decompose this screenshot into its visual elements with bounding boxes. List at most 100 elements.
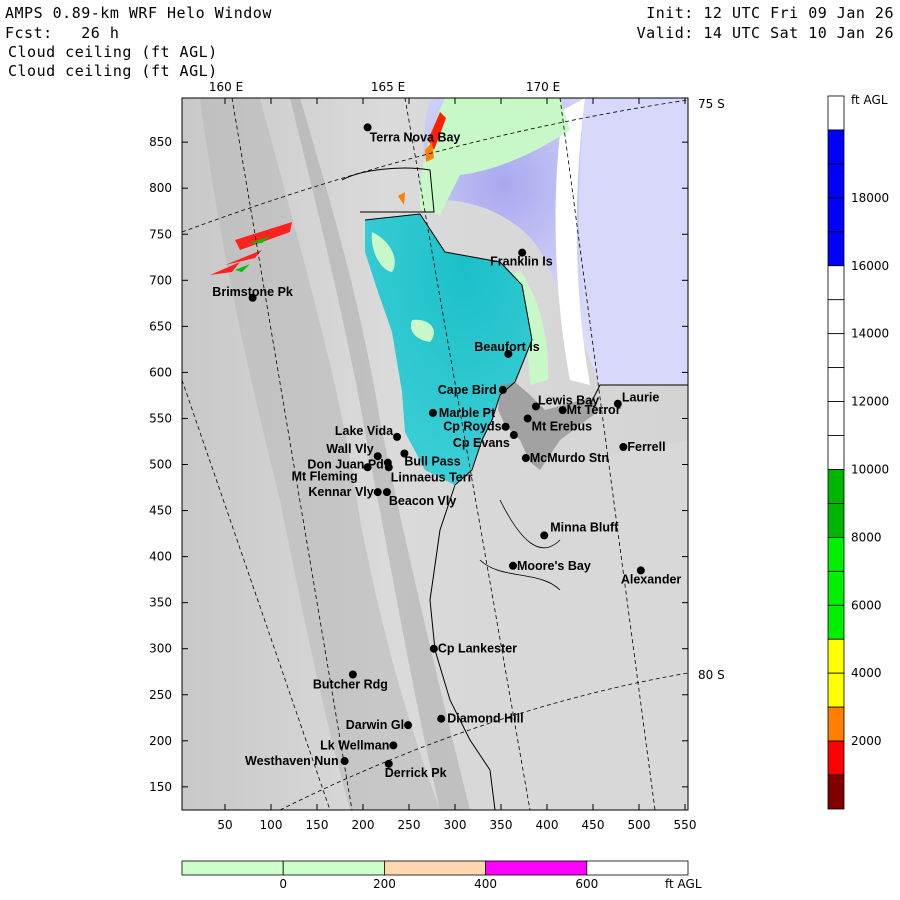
bottom-colorbar-label: 0 (279, 877, 287, 891)
lon-label-170: 170 E (526, 80, 560, 94)
station-label: Beacon Vly (389, 494, 456, 508)
station-label: Lake Vida (335, 424, 394, 438)
colorbar: 18000 16000 14000 12000 10000 8000 6000 4000 200… (827, 95, 889, 810)
station-label: Minna Bluff (550, 520, 619, 534)
y-tick-label: 650 (149, 319, 172, 333)
station-marker: Cp Royds (443, 420, 510, 434)
station-dot (509, 431, 518, 440)
station-dot (428, 408, 437, 417)
station-label: Cape Bird (438, 383, 497, 397)
station-dot (508, 561, 517, 570)
station-label: Mt Erebus (532, 419, 592, 433)
y-tick-label: 350 (149, 596, 172, 610)
bottom-colorbar-segment (383, 860, 486, 876)
bottom-colorbar-label: 200 (373, 877, 396, 891)
station-marker: Marble Pt (428, 406, 496, 420)
station-dot (558, 406, 567, 415)
bottom-colorbar-label: 600 (575, 877, 598, 891)
station-label: Butcher Rdg (313, 677, 388, 691)
station-label: Darwin Gl (346, 718, 404, 732)
colorbar-segment (827, 774, 845, 810)
x-tick-label: 150 (306, 818, 329, 832)
y-tick-label: 700 (149, 273, 172, 287)
x-tick-label: 300 (444, 818, 467, 832)
colorbar-segment (827, 570, 845, 606)
station-dot (501, 422, 510, 431)
y-tick-label: 800 (149, 181, 172, 195)
bottom-colorbar-unit: ft AGL (665, 877, 702, 891)
colorbar-segment (827, 197, 845, 233)
colorbar-label: 2000 (851, 734, 882, 748)
station-label: Mt Terror (567, 403, 621, 417)
station-dot (389, 741, 398, 750)
y-tick-label: 450 (149, 504, 172, 518)
y-tick-label: 400 (149, 550, 172, 564)
station-label: Beaufort Is (474, 340, 539, 354)
colorbar-label: 16000 (851, 259, 889, 273)
station-label: Alexander (621, 572, 682, 586)
station-label: Mt Fleming (292, 469, 358, 483)
x-tick-label: 350 (490, 818, 513, 832)
colorbar-segment (827, 604, 845, 640)
station-label: Westhaven Nun (245, 754, 339, 768)
y-tick-label: 300 (149, 642, 172, 656)
station-label: Cp Royds (443, 420, 501, 434)
station-dot (619, 443, 628, 452)
station-label: Franklin Is (490, 255, 553, 269)
station-label: Marble Pt (439, 406, 496, 420)
x-tick-label: 250 (398, 818, 421, 832)
y-tick-label: 600 (149, 365, 172, 379)
station-dot (521, 454, 530, 463)
x-tick-label: 550 (674, 818, 697, 832)
station-marker: Lk Wellman (320, 738, 398, 752)
ice-shelf (467, 440, 688, 810)
station-marker: McMurdo Stn (521, 451, 609, 465)
x-tick-label: 500 (628, 818, 651, 832)
lon-label-160: 160 E (209, 80, 243, 94)
y-tick-label: 850 (149, 135, 172, 149)
station-dot (393, 432, 402, 441)
colorbar-segment (827, 265, 845, 301)
station-label: Ferrell (627, 440, 665, 454)
lat-label-75: 75 S (698, 97, 725, 111)
colorbar-segment (827, 672, 845, 708)
lon-label-165: 165 E (371, 80, 405, 94)
y-tick-label: 250 (149, 688, 172, 702)
colorbar-label: 10000 (851, 462, 889, 476)
y-tick-label: 150 (149, 780, 172, 794)
station-marker: Cape Bird (438, 383, 507, 397)
station-marker: Westhaven Nun (245, 754, 349, 768)
colorbar-segment (827, 638, 845, 674)
bottom-colorbar-segment (181, 860, 284, 876)
x-tick-label: 400 (536, 818, 559, 832)
colorbar-segment (827, 129, 845, 165)
colorbar-label: 14000 (851, 327, 889, 341)
station-marker: Darwin Gl (346, 718, 413, 732)
bottom-colorbar-label: 400 (474, 877, 497, 891)
colorbar-segment (827, 536, 845, 572)
colorbar-segment (827, 367, 845, 402)
station-label: Laurie (622, 391, 660, 405)
y-tick-label: 550 (149, 411, 172, 425)
station-dot (429, 644, 438, 653)
station-label: Terra Nova Bay (370, 130, 461, 144)
colorbar-segment (827, 231, 845, 267)
station-label: Kennar Vly (308, 485, 373, 499)
station-marker: Diamond Hill (437, 712, 524, 726)
station-marker: Kennar Vly (308, 485, 382, 499)
y-tick-label: 500 (149, 458, 172, 472)
station-marker: Cp Lankester (429, 642, 517, 656)
station-dot (498, 385, 507, 394)
x-tick-label: 450 (582, 818, 605, 832)
station-label: McMurdo Stn (530, 451, 609, 465)
colorbar-segment (827, 740, 845, 776)
station-marker: Mt Terror (558, 403, 621, 417)
y-tick-label: 200 (149, 734, 172, 748)
station-dot (437, 714, 446, 723)
x-tick-label: 100 (260, 818, 283, 832)
station-label: Cp Lankester (438, 642, 517, 656)
station-label: Moore's Bay (517, 559, 591, 573)
colorbar-unit: ft AGL (851, 93, 888, 107)
bottom-colorbar-segment (282, 860, 385, 876)
station-dot (373, 488, 382, 497)
